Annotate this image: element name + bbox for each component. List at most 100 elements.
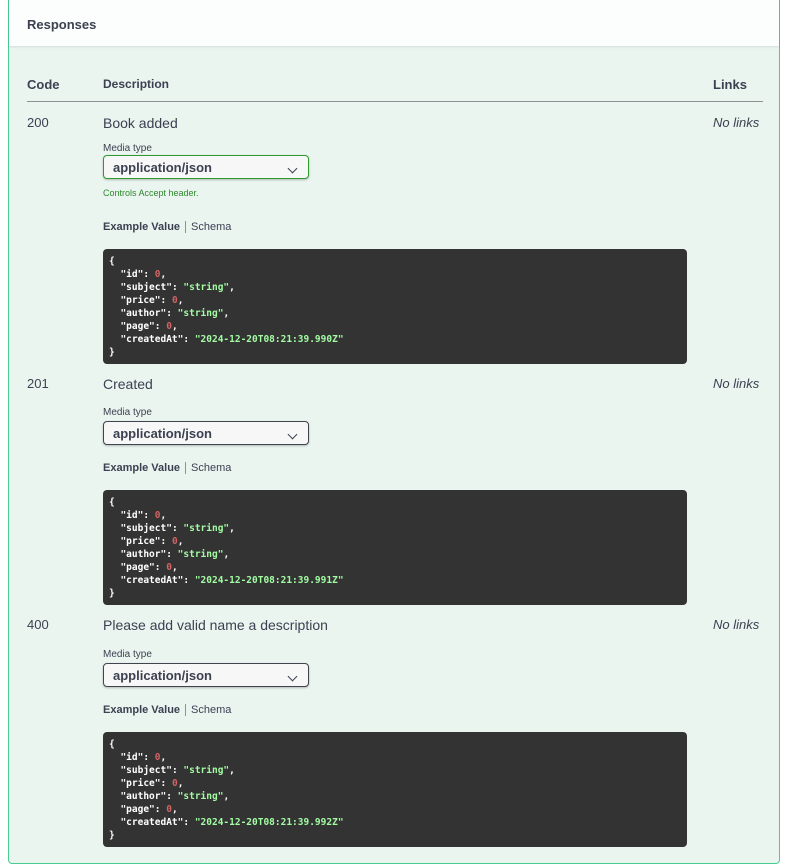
json-value: "2024-12-20T08:21:39.991Z" [194,575,344,586]
json-separator: , [177,295,184,306]
media-type-value: application/json [113,426,212,441]
example-tabs: Example Value Schema [103,704,231,716]
json-line: "price": 0, [120,536,184,547]
json-line: "id": 0, [120,752,167,763]
responses-title: Responses [27,17,97,32]
json-key: "subject" [120,765,172,776]
json-value: "string" [177,308,224,319]
media-type-value: application/json [113,668,212,683]
example-tabs: Example Value Schema [103,462,231,474]
json-key: "id" [120,269,144,280]
json-value: "string" [183,523,230,534]
responses-panel: Responses Code Description Links 200 Boo… [8,0,780,864]
json-open-brace: { [109,256,115,267]
chevron-down-icon [287,163,298,174]
json-separator: , [229,282,235,293]
json-open-brace: { [109,739,115,750]
json-line: "subject": "string", [120,523,235,534]
json-value: "string" [177,791,224,802]
response-description: Book added [103,115,178,131]
json-line: "id": 0, [120,510,167,521]
table-header-divider [27,101,763,102]
json-key: "id" [120,752,144,763]
json-separator: , [160,510,167,521]
media-type-label: Media type [103,649,152,660]
chevron-down-icon [287,671,298,682]
json-line: "page": 0, [120,562,178,573]
media-type-select[interactable]: application/json [103,421,309,445]
json-key: "id" [120,510,144,521]
json-line: "price": 0, [120,778,184,789]
json-key: "page" [120,804,155,815]
json-separator: , [171,562,178,573]
json-separator: , [229,765,235,776]
json-key: "price" [120,295,161,306]
json-key: "price" [120,536,161,547]
json-key: "createdAt" [120,334,184,345]
json-separator: , [223,308,230,319]
json-separator: , [223,791,230,802]
json-line: "price": 0, [120,295,184,306]
media-type-select[interactable]: application/json [103,663,309,687]
tab-example-value[interactable]: Example Value [103,462,187,474]
column-header-description: Description [103,77,170,91]
json-value: "string" [177,549,224,560]
json-key: "createdAt" [120,817,184,828]
response-description: Created [103,376,153,392]
json-key: "author" [120,308,167,319]
json-line: "page": 0, [120,321,178,332]
json-line: "createdAt": "2024-12-20T08:21:39.991Z" [120,575,344,586]
tab-schema[interactable]: Schema [186,221,231,233]
example-code-block: { "id": 0, "subject": "string", "price":… [103,249,687,364]
json-value: "string" [183,765,230,776]
json-key: "createdAt" [120,575,184,586]
json-separator: , [171,804,178,815]
media-type-value: application/json [113,160,212,175]
tab-schema[interactable]: Schema [186,704,231,716]
response-links: No links [713,376,760,391]
json-line: "subject": "string", [120,282,235,293]
controls-accept-note: Controls Accept header. [103,188,199,198]
json-line: "author": "string", [120,308,230,319]
json-value: "string" [183,282,230,293]
json-line: "author": "string", [120,549,230,560]
response-links: No links [713,115,760,130]
json-key: "subject" [120,523,172,534]
response-description: Please add valid name a description [103,617,328,633]
json-line: "createdAt": "2024-12-20T08:21:39.990Z" [120,334,344,345]
response-code: 201 [27,376,49,391]
tab-example-value[interactable]: Example Value [103,704,187,716]
json-separator: , [229,523,235,534]
column-header-links: Links [713,77,747,92]
json-value: "2024-12-20T08:21:39.990Z" [194,334,344,345]
json-value: "2024-12-20T08:21:39.992Z" [194,817,344,828]
json-line: "author": "string", [120,791,230,802]
example-tabs: Example Value Schema [103,221,231,233]
json-line: "subject": "string", [120,765,235,776]
example-code-block: { "id": 0, "subject": "string", "price":… [103,732,687,847]
json-separator: , [160,752,167,763]
json-separator: , [223,549,230,560]
example-code-block: { "id": 0, "subject": "string", "price":… [103,490,687,605]
json-key: "subject" [120,282,172,293]
json-close-brace: } [109,588,115,599]
json-line: "id": 0, [120,269,167,280]
json-separator: , [177,778,184,789]
tab-example-value[interactable]: Example Value [103,221,187,233]
response-code: 400 [27,617,49,632]
json-key: "author" [120,791,167,802]
tab-schema[interactable]: Schema [186,462,231,474]
json-line: "createdAt": "2024-12-20T08:21:39.992Z" [120,817,344,828]
json-key: "price" [120,778,161,789]
response-code: 200 [27,115,49,130]
json-key: "author" [120,549,167,560]
media-type-select[interactable]: application/json [103,155,309,179]
json-separator: , [177,536,184,547]
json-line: "page": 0, [120,804,178,815]
response-links: No links [713,617,760,632]
column-header-code: Code [27,77,60,92]
json-close-brace: } [109,830,115,841]
chevron-down-icon [287,429,298,440]
media-type-label: Media type [103,407,152,418]
json-separator: , [171,321,178,332]
